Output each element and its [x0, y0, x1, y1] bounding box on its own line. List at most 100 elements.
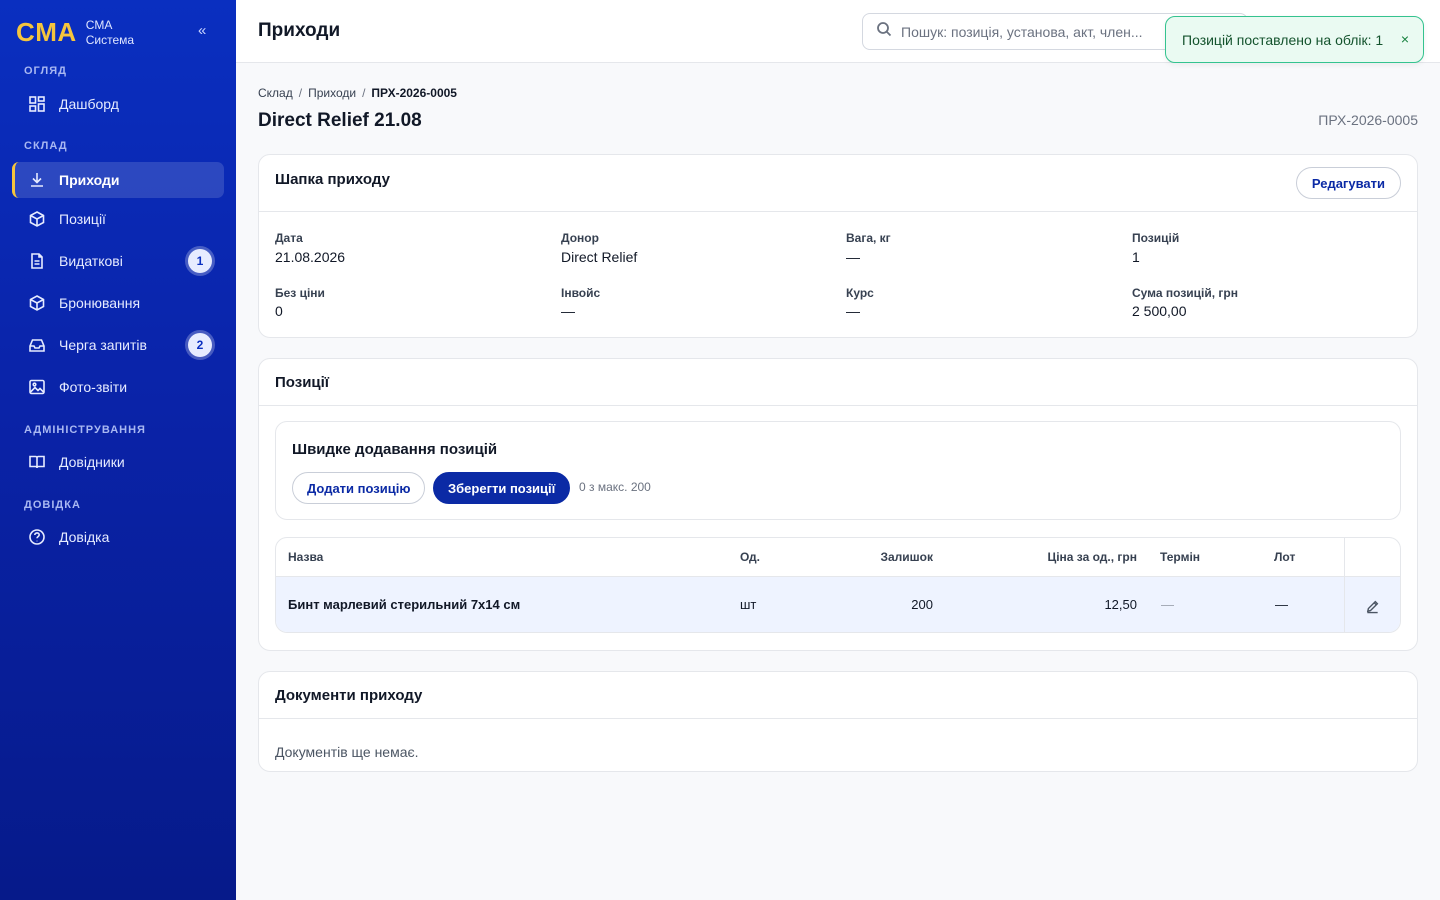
- expenses-badge: 1: [188, 249, 212, 273]
- sidebar-item-label: Довідники: [59, 454, 125, 470]
- quick-add-title: Швидке додавання позицій: [292, 441, 498, 458]
- brand[interactable]: CMA CMA Система: [16, 17, 134, 48]
- dashboard-icon: [28, 95, 46, 113]
- sidebar-item-expenses[interactable]: Видаткові 1: [12, 243, 224, 279]
- cell-term: —: [1161, 597, 1174, 612]
- card-title: Позиції: [275, 374, 330, 391]
- box-icon: [28, 294, 46, 312]
- save-positions-button[interactable]: Зберегти позиції: [433, 472, 571, 504]
- field-value-invoice: —: [561, 303, 575, 319]
- topbar-title: Приходи: [258, 20, 341, 41]
- brand-line2: Система: [85, 32, 135, 47]
- sidebar-item-label: Черга запитів: [59, 337, 147, 353]
- add-position-button[interactable]: Додати позицію: [292, 472, 426, 504]
- field-value-positions: 1: [1132, 249, 1140, 265]
- field-value-rate: —: [846, 303, 860, 319]
- card-header: Шапка приходу Редагувати: [259, 155, 1417, 212]
- card-title: Документи приходу: [275, 687, 423, 704]
- sidebar-item-label: Довідка: [59, 529, 110, 545]
- collapse-sidebar-button[interactable]: «: [198, 22, 206, 39]
- box-icon: [28, 210, 46, 228]
- field-label-total: Сума позицій, грн: [1132, 286, 1239, 300]
- breadcrumb-current: ПРХ-2026-0005: [371, 86, 457, 100]
- table-header: Назва Од. Залишок Ціна за од., грн Термі…: [276, 538, 1400, 577]
- field-label-donor: Донор: [561, 231, 599, 245]
- success-toast: Позицій поставлено на облік: 1 ×: [1165, 16, 1424, 63]
- sidebar-item-label: Позиції: [59, 211, 106, 227]
- field-label-date: Дата: [275, 231, 303, 245]
- sidebar-item-photo-reports[interactable]: Фото-звіти: [12, 369, 224, 405]
- card-title: Шапка приходу: [275, 171, 390, 188]
- documents-empty-text: Документів ще немає.: [275, 744, 419, 760]
- breadcrumb: Склад / Приходи / ПРХ-2026-0005: [258, 86, 457, 100]
- sidebar-item-positions[interactable]: Позиції: [12, 201, 224, 237]
- column-header-lot[interactable]: Лот: [1274, 550, 1295, 564]
- image-icon: [28, 378, 46, 396]
- field-value-date: 21.08.2026: [275, 249, 346, 265]
- sidebar-item-request-queue[interactable]: Черга запитів 2: [12, 327, 224, 363]
- search-icon: [876, 21, 892, 42]
- sidebar-item-help[interactable]: Довідка: [12, 519, 224, 555]
- field-value-weight: —: [846, 249, 860, 265]
- section-label-warehouse: СКЛАД: [24, 140, 68, 152]
- column-header-stock[interactable]: Залишок: [880, 550, 933, 564]
- page-title: Direct Relief 21.08: [258, 110, 422, 131]
- request-queue-badge: 2: [188, 333, 212, 357]
- help-icon: [28, 528, 46, 546]
- sidebar-item-label: Приходи: [59, 172, 120, 188]
- brand-logo: CMA: [16, 17, 77, 47]
- section-label-admin: АДМІНІСТРУВАННЯ: [24, 424, 146, 436]
- sidebar-item-label: Дашборд: [59, 96, 119, 112]
- cell-stock: 200: [911, 597, 933, 612]
- breadcrumb-separator: /: [298, 86, 303, 100]
- brand-text: CMA Система: [86, 18, 134, 48]
- field-label-no-price: Без ціни: [275, 286, 325, 300]
- sidebar-item-receipts[interactable]: Приходи: [12, 162, 224, 198]
- field-value-total: 2 500,00: [1132, 303, 1187, 319]
- document-icon: [28, 252, 46, 270]
- field-label-invoice: Інвойс: [561, 286, 601, 300]
- field-label-rate: Курс: [846, 286, 874, 300]
- edit-row-pencil-icon[interactable]: [1361, 595, 1383, 617]
- field-label-weight: Вага, кг: [846, 231, 891, 245]
- field-value-no-price: 0: [275, 303, 283, 319]
- column-header-term[interactable]: Термін: [1160, 550, 1200, 564]
- book-icon: [28, 453, 46, 471]
- sidebar-item-label: Бронювання: [59, 295, 141, 311]
- edit-button[interactable]: Редагувати: [1295, 167, 1401, 199]
- sidebar-item-directories[interactable]: Довідники: [12, 444, 224, 480]
- field-label-positions: Позицій: [1132, 231, 1180, 245]
- sidebar: CMA CMA Система « ОГЛЯД Дашборд СКЛАД Пр…: [0, 0, 236, 900]
- sidebar-item-dashboard[interactable]: Дашборд: [12, 86, 224, 122]
- page-code: ПРХ-2026-0005: [1318, 112, 1418, 128]
- table-row[interactable]: Бинт марлевий стерильний 7х14 см шт 200 …: [276, 577, 1400, 632]
- card-header: Документи приходу: [259, 672, 1417, 719]
- breadcrumb-separator: /: [362, 86, 366, 100]
- documents-card: Документи приходу Документів ще немає.: [258, 671, 1418, 772]
- cell-lot: —: [1275, 597, 1288, 612]
- cell-price: 12,50: [1104, 597, 1137, 612]
- sidebar-item-label: Фото-звіти: [59, 379, 128, 395]
- section-label-overview: ОГЛЯД: [24, 65, 67, 77]
- sidebar-item-label: Видаткові: [59, 253, 123, 269]
- toast-close-icon[interactable]: ×: [1401, 31, 1409, 47]
- column-header-name[interactable]: Назва: [288, 550, 323, 564]
- cell-name: Бинт марлевий стерильний 7х14 см: [288, 597, 521, 612]
- column-divider: [1344, 538, 1345, 632]
- brand-line1: CMA: [85, 17, 113, 32]
- quick-add-counter: 0 з макс. 200: [579, 480, 651, 494]
- section-label-help: ДОВІДКА: [24, 499, 81, 511]
- field-value-donor: Direct Relief: [561, 249, 638, 265]
- toast-message: Позицій поставлено на облік: 1: [1182, 31, 1384, 48]
- breadcrumb-receipts[interactable]: Приходи: [308, 86, 356, 100]
- breadcrumb-warehouse[interactable]: Склад: [258, 86, 293, 100]
- receipt-header-card: Шапка приходу Редагувати Дата 21.08.2026…: [258, 154, 1418, 338]
- positions-card: Позиції Швидке додавання позицій Додати …: [258, 358, 1418, 651]
- card-header: Позиції: [259, 359, 1417, 406]
- column-header-price[interactable]: Ціна за од., грн: [1047, 550, 1137, 564]
- search-input[interactable]: [901, 23, 1151, 40]
- column-header-unit[interactable]: Од.: [740, 550, 760, 564]
- sidebar-item-booking[interactable]: Бронювання: [12, 285, 224, 321]
- inbox-icon: [28, 336, 46, 354]
- cell-unit: шт: [740, 597, 757, 612]
